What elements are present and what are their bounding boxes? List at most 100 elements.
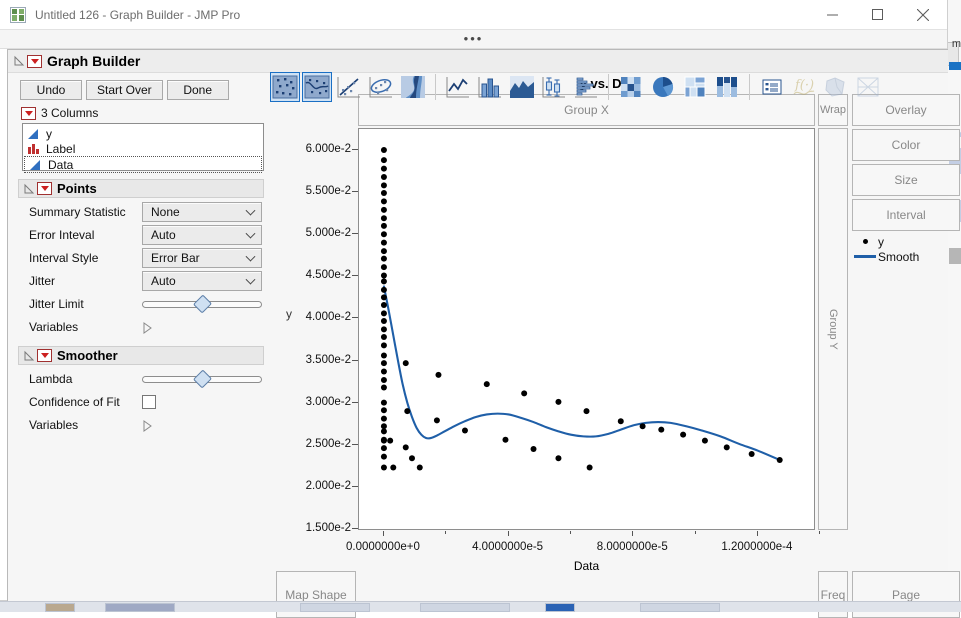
jitter-select[interactable]: Auto bbox=[142, 270, 262, 291]
histogram-icon[interactable] bbox=[571, 72, 601, 102]
column-item-label[interactable]: Label bbox=[23, 141, 263, 156]
data-point[interactable] bbox=[617, 418, 624, 425]
heatmap-icon[interactable] bbox=[616, 72, 646, 102]
data-point[interactable] bbox=[380, 190, 387, 196]
line-of-fit-icon[interactable] bbox=[334, 72, 364, 102]
data-point[interactable] bbox=[380, 376, 387, 383]
data-point[interactable] bbox=[483, 381, 490, 388]
jitter-limit-slider[interactable] bbox=[142, 293, 262, 314]
points-icon[interactable] bbox=[270, 72, 300, 102]
section-disclosure-icon[interactable] bbox=[23, 183, 35, 195]
section-disclosure-icon[interactable] bbox=[23, 350, 35, 362]
minimize-button[interactable] bbox=[810, 0, 855, 29]
maximize-button[interactable] bbox=[855, 0, 900, 29]
data-point[interactable] bbox=[380, 278, 387, 285]
data-point[interactable] bbox=[658, 426, 665, 433]
data-point[interactable] bbox=[680, 431, 687, 438]
data-point[interactable] bbox=[402, 360, 409, 367]
data-point[interactable] bbox=[380, 294, 387, 301]
drop-zone-color[interactable]: Color bbox=[852, 129, 960, 161]
data-point[interactable] bbox=[387, 437, 394, 444]
pie-chart-icon[interactable] bbox=[648, 72, 678, 102]
legend-item-smooth[interactable]: Smooth bbox=[852, 249, 961, 264]
error-interval-select[interactable]: Auto bbox=[142, 224, 262, 245]
column-list[interactable]: y Label Data bbox=[22, 123, 264, 173]
data-point[interactable] bbox=[380, 286, 387, 293]
ellipse-icon[interactable] bbox=[366, 72, 396, 102]
columns-header[interactable]: 3 Columns bbox=[8, 104, 272, 123]
outline-disclosure-icon[interactable] bbox=[13, 55, 25, 67]
data-point[interactable] bbox=[583, 408, 590, 415]
data-point[interactable] bbox=[404, 408, 411, 415]
data-point[interactable] bbox=[380, 248, 387, 255]
data-point[interactable] bbox=[555, 398, 562, 405]
line-chart-icon[interactable] bbox=[443, 72, 473, 102]
data-point[interactable] bbox=[380, 231, 387, 238]
drop-zone-group-y[interactable]: Group Y bbox=[818, 128, 848, 530]
data-point[interactable] bbox=[380, 384, 387, 391]
data-point[interactable] bbox=[380, 302, 387, 308]
data-point[interactable] bbox=[380, 342, 387, 349]
smoother-section-header[interactable]: Smoother bbox=[18, 346, 264, 365]
data-point[interactable] bbox=[380, 272, 387, 279]
column-item-y[interactable]: y bbox=[23, 126, 263, 141]
data-point[interactable] bbox=[380, 174, 387, 180]
plot-area[interactable] bbox=[358, 128, 815, 530]
data-point[interactable] bbox=[530, 446, 537, 452]
interval-style-select[interactable]: Error Bar bbox=[142, 247, 262, 268]
points-menu-icon[interactable] bbox=[37, 182, 52, 195]
area-chart-icon[interactable] bbox=[507, 72, 537, 102]
slider-handle[interactable] bbox=[192, 368, 213, 389]
data-point[interactable] bbox=[380, 239, 387, 246]
data-point[interactable] bbox=[380, 334, 387, 340]
data-point[interactable] bbox=[402, 444, 409, 451]
expand-triangle-icon[interactable] bbox=[142, 321, 153, 334]
data-point[interactable] bbox=[380, 415, 387, 422]
data-point[interactable] bbox=[380, 407, 387, 414]
data-point[interactable] bbox=[380, 428, 387, 435]
lambda-slider[interactable] bbox=[142, 368, 262, 389]
data-point[interactable] bbox=[380, 147, 387, 154]
data-point[interactable] bbox=[380, 198, 387, 205]
confidence-of-fit-checkbox[interactable] bbox=[142, 394, 156, 409]
contour-icon[interactable] bbox=[398, 72, 428, 102]
data-point[interactable] bbox=[502, 436, 509, 443]
data-point[interactable] bbox=[748, 451, 755, 458]
data-point[interactable] bbox=[555, 455, 562, 462]
data-point[interactable] bbox=[435, 371, 442, 378]
expand-triangle-icon[interactable] bbox=[142, 419, 153, 432]
box-plot-icon[interactable] bbox=[539, 72, 569, 102]
drop-zone-interval[interactable]: Interval bbox=[852, 199, 960, 231]
data-point[interactable] bbox=[639, 423, 646, 430]
data-point[interactable] bbox=[380, 182, 387, 189]
legend-settings-icon[interactable] bbox=[757, 72, 787, 102]
data-point[interactable] bbox=[380, 310, 387, 317]
data-point[interactable] bbox=[380, 399, 387, 406]
data-point[interactable] bbox=[380, 165, 387, 172]
data-point[interactable] bbox=[380, 157, 387, 164]
data-point[interactable] bbox=[380, 215, 387, 222]
data-point[interactable] bbox=[408, 455, 415, 462]
data-point[interactable] bbox=[433, 417, 440, 424]
data-point[interactable] bbox=[380, 368, 387, 375]
data-point[interactable] bbox=[701, 437, 708, 444]
data-point[interactable] bbox=[380, 264, 387, 271]
points-smoother-icon[interactable] bbox=[302, 72, 332, 102]
data-point[interactable] bbox=[380, 222, 387, 229]
data-point[interactable] bbox=[380, 326, 387, 333]
data-point[interactable] bbox=[390, 464, 397, 471]
close-button[interactable] bbox=[900, 0, 945, 29]
data-point[interactable] bbox=[380, 453, 387, 460]
red-triangle-menu-icon[interactable] bbox=[27, 54, 42, 68]
summary-statistic-select[interactable]: None bbox=[142, 201, 262, 222]
smoother-menu-icon[interactable] bbox=[37, 349, 52, 362]
data-point[interactable] bbox=[723, 444, 730, 451]
data-point[interactable] bbox=[380, 445, 387, 452]
data-point[interactable] bbox=[461, 427, 468, 434]
treemap-icon[interactable] bbox=[680, 72, 710, 102]
column-item-data[interactable]: Data bbox=[24, 156, 262, 173]
columns-menu-icon[interactable] bbox=[21, 106, 36, 120]
legend-item-y[interactable]: y bbox=[852, 234, 961, 249]
data-point[interactable] bbox=[380, 255, 387, 262]
os-taskbar[interactable] bbox=[0, 601, 961, 612]
